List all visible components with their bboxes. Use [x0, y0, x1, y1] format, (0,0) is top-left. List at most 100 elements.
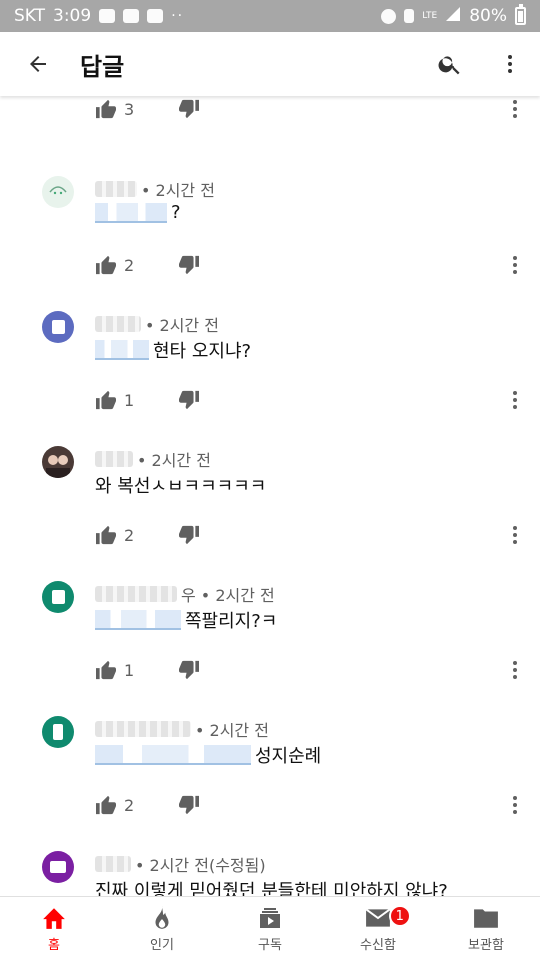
- thumb-up-icon: [96, 390, 116, 410]
- battery-icon: [515, 4, 526, 25]
- reply-item: • 2시간 전 현타 오지냐? 1: [0, 311, 540, 446]
- thumb-up-icon: [96, 99, 116, 119]
- reply-item: 3: [0, 96, 540, 155]
- avatar[interactable]: [42, 446, 74, 478]
- carrier-label: SKT: [14, 6, 46, 26]
- avatar-glyph: [50, 861, 66, 873]
- avatar-drawing-icon: [49, 186, 67, 195]
- reply-more-button[interactable]: [504, 657, 526, 683]
- reply-text: 성지순례: [95, 742, 321, 768]
- avatar[interactable]: [42, 311, 74, 343]
- reply-more-button[interactable]: [504, 252, 526, 278]
- battery-level: 80%: [469, 6, 507, 26]
- reply-actions: 2: [95, 792, 540, 818]
- mention-link-redacted[interactable]: [95, 745, 251, 765]
- tab-trending[interactable]: 인기: [108, 897, 216, 960]
- avatar-glyph: [51, 320, 65, 334]
- chat-notification-icon: [99, 9, 116, 23]
- reply-more-button[interactable]: [504, 792, 526, 818]
- author-name-redacted[interactable]: [95, 451, 133, 467]
- signal-icon: [445, 6, 461, 27]
- reply-item: • 2시간 전(수정됨) 진짜 이렇게 믿어줬던 분들한테 미안하지 않냐?: [0, 851, 540, 896]
- dislike-button[interactable]: [178, 389, 200, 411]
- more-vert-icon: [513, 391, 517, 409]
- tab-home[interactable]: 홈: [0, 897, 108, 960]
- thumb-down-icon: [179, 99, 199, 119]
- reply-meta: • 2시간 전(수정됨): [95, 852, 266, 876]
- like-button[interactable]: [95, 389, 117, 411]
- like-button[interactable]: [95, 524, 117, 546]
- reply-more-button[interactable]: [504, 96, 526, 122]
- reply-text: 진짜 이렇게 믿어줬던 분들한테 미안하지 않냐?: [95, 877, 448, 896]
- like-button[interactable]: [95, 794, 117, 816]
- thumb-up-icon: [96, 795, 116, 815]
- author-name-redacted[interactable]: [95, 586, 177, 602]
- vibrate-icon: [404, 9, 415, 23]
- reply-body: 쪽팔리지?ㅋ: [185, 611, 278, 632]
- like-button[interactable]: [95, 98, 117, 120]
- dislike-button[interactable]: [178, 254, 200, 276]
- tab-library[interactable]: 보관함: [432, 897, 540, 960]
- tab-label: 보관함: [468, 938, 504, 953]
- reply-actions: 2: [95, 252, 540, 278]
- like-button[interactable]: [95, 659, 117, 681]
- like-count: 1: [124, 390, 135, 410]
- more-options-button[interactable]: [480, 32, 540, 96]
- reply-more-button[interactable]: [504, 387, 526, 413]
- page-title: 답글: [80, 52, 125, 81]
- author-name-redacted[interactable]: [95, 721, 191, 737]
- reply-time: • 2시간 전: [141, 181, 215, 200]
- dislike-button[interactable]: [178, 524, 200, 546]
- avatar-glyph: [51, 590, 65, 604]
- more-vert-icon: [508, 55, 512, 73]
- reply-time: • 2시간 전(수정됨): [135, 856, 266, 875]
- reply-more-button[interactable]: [504, 522, 526, 548]
- search-icon: [438, 56, 460, 75]
- reply-time: • 2시간 전: [145, 316, 219, 335]
- reply-text: 와 복선ㅅㅂㅋㅋㅋㅋㅋ: [95, 472, 266, 498]
- tab-label: 인기: [150, 938, 174, 953]
- search-button[interactable]: [420, 32, 480, 96]
- mail-icon: [364, 904, 392, 932]
- reply-time: 우 • 2시간 전: [181, 586, 275, 605]
- dislike-button[interactable]: [178, 794, 200, 816]
- reply-meta: • 2시간 전: [95, 312, 219, 336]
- like-button[interactable]: [95, 254, 117, 276]
- author-name-redacted[interactable]: [95, 316, 141, 332]
- tab-subscriptions[interactable]: 구독: [216, 897, 324, 960]
- reply-body: 현타 오지냐?: [153, 341, 252, 362]
- reply-actions: 3: [95, 96, 540, 122]
- back-button[interactable]: [8, 32, 68, 96]
- avatar-glyph: [53, 724, 63, 740]
- reply-actions: 1: [95, 657, 540, 683]
- tab-label: 구독: [258, 938, 282, 953]
- inbox-badge: 1: [388, 905, 411, 927]
- reply-time: • 2시간 전: [137, 451, 211, 470]
- author-name-redacted[interactable]: [95, 856, 131, 872]
- reply-meta: • 2시간 전: [95, 447, 211, 471]
- more-vert-icon: [513, 100, 517, 118]
- avatar[interactable]: [42, 581, 74, 613]
- avatar[interactable]: [42, 716, 74, 748]
- mention-link-redacted[interactable]: [95, 202, 167, 223]
- reply-actions: 2: [95, 522, 540, 548]
- dislike-button[interactable]: [178, 98, 200, 120]
- reply-body: ?: [171, 202, 181, 223]
- avatar[interactable]: [42, 851, 74, 883]
- dislike-button[interactable]: [178, 659, 200, 681]
- thumb-down-icon: [179, 390, 199, 410]
- replies-list[interactable]: 3 • 2시간 전 ? 2 • 2시간 전 현타 오지냐? 1 • 2시간 전 …: [0, 96, 540, 896]
- mention-link-redacted[interactable]: [95, 340, 149, 360]
- avatar[interactable]: [42, 176, 74, 208]
- mention-link-redacted[interactable]: [95, 610, 181, 630]
- bottom-navigation: 홈 인기 구독 1 수신함 보관함: [0, 896, 540, 960]
- like-count: 1: [124, 660, 135, 680]
- network-type: LTE: [422, 10, 438, 21]
- author-name-redacted[interactable]: [95, 181, 137, 197]
- tab-inbox[interactable]: 1 수신함: [324, 897, 432, 960]
- reply-body: 진짜 이렇게 믿어줬던 분들한테 미안하지 않냐?: [95, 881, 448, 896]
- tab-label: 홈: [48, 938, 60, 953]
- reply-meta: • 2시간 전: [95, 177, 215, 201]
- reply-meta: 우 • 2시간 전: [95, 582, 275, 606]
- reply-time: • 2시간 전: [195, 721, 269, 740]
